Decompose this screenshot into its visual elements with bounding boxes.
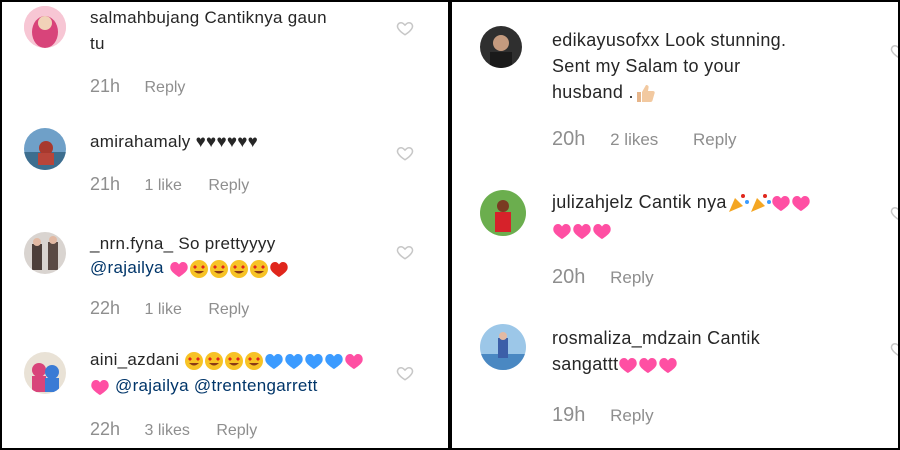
blue-heart-icon	[325, 353, 344, 369]
sparkling-heart-icon	[553, 223, 571, 239]
thumbs-up-icon	[636, 85, 655, 103]
timestamp: 21h	[90, 76, 121, 96]
likes-count[interactable]: 1 like	[145, 177, 182, 194]
comment-username[interactable]: _nrn.fyna_	[90, 234, 173, 253]
sparkling-heart-icon	[170, 261, 188, 277]
avatar[interactable]	[480, 26, 522, 68]
blue-heart-icon	[305, 353, 324, 369]
comment-meta: 22h 1 like Reply	[90, 298, 249, 319]
comment-username[interactable]: salmahbujang	[90, 8, 199, 27]
reply-button[interactable]: Reply	[208, 177, 249, 194]
comment-username[interactable]: amirahamaly	[90, 132, 191, 151]
comment-text: aini_azdani	[90, 350, 364, 371]
smiling-face-heart-eyes-icon	[225, 351, 244, 370]
reply-button[interactable]: Reply	[610, 268, 653, 287]
avatar[interactable]	[480, 190, 526, 236]
comment-text: salmahbujang Cantiknya gaun	[90, 8, 327, 27]
smiling-face-heart-eyes-icon	[209, 259, 228, 278]
mention-link[interactable]: @rajailya	[115, 376, 189, 395]
blue-heart-icon	[265, 353, 284, 369]
emoji-row	[90, 376, 110, 395]
avatar[interactable]	[24, 352, 66, 394]
comment-text-line: @rajailya	[90, 258, 289, 279]
comment-username[interactable]: aini_azdani	[90, 350, 179, 369]
sparkling-heart-icon	[573, 223, 591, 239]
smiling-face-heart-eyes-icon	[245, 351, 264, 370]
sparkling-heart-icon	[659, 358, 678, 374]
timestamp: 21h	[90, 174, 121, 194]
emoji-row	[169, 258, 289, 278]
likes-count[interactable]: 1 like	[145, 301, 182, 318]
avatar[interactable]	[480, 324, 526, 370]
comment-username[interactable]: edikayusofxx	[552, 30, 660, 50]
avatar[interactable]	[24, 128, 66, 170]
likes-count[interactable]: 3 likes	[145, 422, 190, 439]
comment-text: julizahjelz Cantik nya	[552, 192, 811, 214]
sparkling-heart-icon	[791, 196, 810, 212]
likes-count[interactable]: 2 likes	[610, 130, 658, 149]
comment-meta: 21h Reply	[90, 76, 185, 97]
sparkling-heart-icon	[345, 353, 364, 369]
like-heart-outline-icon[interactable]	[890, 42, 898, 60]
comment-text-line: husband .	[552, 82, 656, 104]
comment-text-line: Sent my Salam to your	[552, 56, 741, 76]
comment-meta: 22h 3 likes Reply	[90, 419, 257, 440]
like-heart-outline-icon[interactable]	[890, 340, 898, 358]
party-popper-icon	[728, 194, 749, 213]
timestamp: 22h	[90, 298, 121, 318]
comment-meta: 21h 1 like Reply	[90, 174, 249, 195]
comment-meta: 20h 2 likes Reply	[552, 128, 737, 151]
timestamp: 20h	[552, 266, 586, 288]
comment-text: _nrn.fyna_ So prettyyyy	[90, 234, 276, 253]
timestamp: 20h	[552, 128, 586, 150]
comment-text-line: @rajailya @trentengarrett	[90, 376, 318, 397]
smiling-face-heart-eyes-icon	[185, 351, 204, 370]
like-heart-outline-icon[interactable]	[396, 364, 414, 382]
emoji-row	[184, 350, 364, 370]
smiling-face-heart-eyes-icon	[249, 259, 268, 278]
comment-text-line: sangattt	[552, 354, 678, 375]
right-comments-panel: edikayusofxx Look stunning. Sent my Sala…	[452, 2, 898, 448]
comment-meta: 19h Reply	[552, 404, 654, 427]
like-heart-outline-icon[interactable]	[396, 19, 414, 37]
like-heart-outline-icon[interactable]	[396, 243, 414, 261]
sparkling-heart-icon	[593, 223, 611, 239]
party-popper-icon	[750, 194, 771, 213]
blue-heart-icon	[285, 353, 304, 369]
sparkling-heart-icon	[91, 379, 109, 395]
smiling-face-heart-eyes-icon	[189, 259, 208, 278]
reply-button[interactable]: Reply	[216, 422, 257, 439]
mention-link[interactable]: @trentengarrett	[194, 376, 318, 395]
sparkling-heart-icon	[639, 358, 658, 374]
reply-button[interactable]: Reply	[145, 79, 186, 96]
mention-link[interactable]: @rajailya	[90, 258, 164, 277]
comment-username[interactable]: rosmaliza_mdzain	[552, 328, 702, 348]
avatar[interactable]	[24, 6, 66, 48]
timestamp: 22h	[90, 419, 121, 439]
left-comments-panel: salmahbujang Cantiknya gaun tu 21h Reply…	[2, 2, 448, 448]
comment-username[interactable]: julizahjelz	[552, 192, 633, 212]
sparkling-heart-icon	[771, 196, 790, 212]
comment-meta: 20h Reply	[552, 266, 654, 289]
comment-text-line: tu	[90, 34, 105, 53]
like-heart-outline-icon[interactable]	[396, 144, 414, 162]
reply-button[interactable]: Reply	[693, 130, 736, 149]
sparkling-heart-icon	[619, 358, 638, 374]
like-heart-outline-icon[interactable]	[890, 204, 898, 222]
timestamp: 19h	[552, 404, 586, 426]
smiling-face-heart-eyes-icon	[229, 259, 248, 278]
red-heart-icon	[270, 261, 288, 277]
comment-text: amirahamaly ♥♥♥♥♥♥	[90, 132, 259, 151]
comment-text: edikayusofxx Look stunning.	[552, 30, 787, 50]
reply-button[interactable]: Reply	[610, 406, 653, 425]
comment-text-line	[552, 220, 612, 241]
reply-button[interactable]: Reply	[208, 301, 249, 318]
comment-text: rosmaliza_mdzain Cantik	[552, 328, 760, 348]
avatar[interactable]	[24, 232, 66, 274]
smiling-face-heart-eyes-icon	[205, 351, 224, 370]
